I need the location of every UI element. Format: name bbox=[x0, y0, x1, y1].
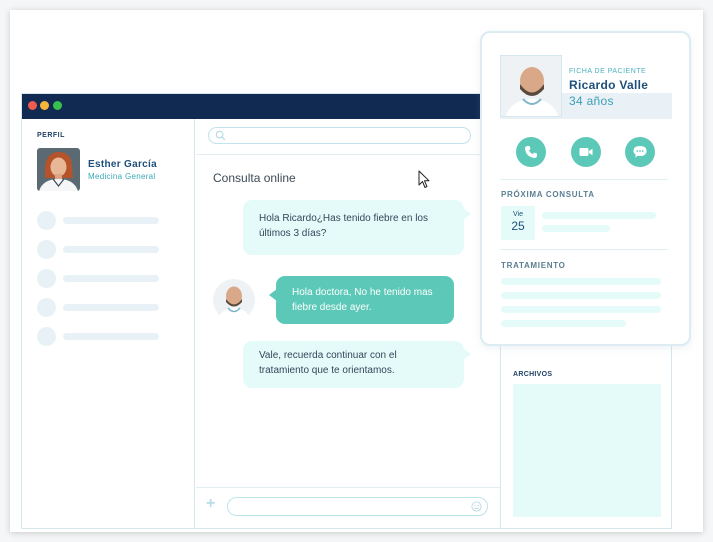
message-input[interactable] bbox=[227, 497, 488, 516]
treatment-line-placeholder bbox=[501, 278, 661, 285]
video-icon bbox=[579, 148, 593, 156]
divider bbox=[196, 487, 500, 488]
list-item-avatar-placeholder bbox=[37, 269, 56, 288]
patient-card: FICHA DE PACIENTE Ricardo Valle 34 años … bbox=[480, 31, 691, 346]
list-item-avatar-placeholder bbox=[37, 327, 56, 346]
call-button[interactable] bbox=[516, 137, 546, 167]
appointment-detail-placeholder bbox=[542, 212, 656, 219]
files-section-label: ARCHIVOS bbox=[513, 371, 553, 378]
list-item-text-placeholder bbox=[63, 217, 159, 224]
bubble-tail bbox=[463, 348, 471, 360]
list-item-avatar-placeholder bbox=[37, 298, 56, 317]
patient-age: 34 años bbox=[569, 94, 614, 108]
mouse-cursor-icon bbox=[418, 170, 430, 188]
emoji-icon[interactable] bbox=[471, 501, 482, 512]
chat-icon bbox=[633, 146, 647, 158]
video-call-button[interactable] bbox=[571, 137, 601, 167]
divider bbox=[500, 249, 668, 250]
add-attachment-icon[interactable]: + bbox=[206, 496, 215, 512]
message-bubble-doctor: Hola Ricardo¿Has tenido fiebre en los úl… bbox=[243, 200, 464, 255]
search-input[interactable] bbox=[208, 127, 471, 144]
bubble-tail bbox=[463, 208, 471, 220]
doctor-avatar bbox=[37, 148, 80, 191]
list-item-text-placeholder bbox=[63, 246, 159, 253]
treatment-line-placeholder bbox=[501, 320, 626, 327]
message-bubble-doctor: Vale, recuerda continuar con el tratamie… bbox=[243, 341, 464, 388]
divider bbox=[500, 179, 668, 180]
list-item-placeholder bbox=[37, 211, 182, 230]
list-item-placeholder bbox=[37, 298, 182, 317]
appointment-detail-placeholder bbox=[542, 225, 610, 232]
divider bbox=[196, 154, 500, 155]
doctor-name: Esther García bbox=[88, 159, 157, 170]
sidebar: PERFIL Esther García Medicina General bbox=[22, 119, 195, 528]
list-item-text-placeholder bbox=[63, 333, 159, 340]
list-item-placeholder bbox=[37, 240, 182, 259]
list-item-avatar-placeholder bbox=[37, 240, 56, 259]
message-text: Hola doctora, No he tenido mas fiebre de… bbox=[292, 287, 433, 313]
appointment-date[interactable]: Vie 25 bbox=[501, 206, 535, 240]
treatment-line-placeholder bbox=[501, 306, 661, 313]
treatment-label: TRATAMIENTO bbox=[501, 261, 566, 270]
phone-icon bbox=[525, 146, 537, 158]
close-window-button[interactable] bbox=[28, 101, 37, 110]
message-text: Vale, recuerda continuar con el tratamie… bbox=[259, 350, 397, 376]
profile-section-label: PERFIL bbox=[37, 132, 65, 139]
bubble-tail bbox=[269, 289, 277, 301]
message-bubble-patient: Hola doctora, No he tenido mas fiebre de… bbox=[276, 276, 454, 324]
search-icon bbox=[215, 130, 226, 141]
chat-panel: Consulta online Hola Ricardo¿Has tenido … bbox=[196, 119, 500, 528]
chat-title: Consulta online bbox=[213, 171, 296, 185]
patient-name: Ricardo Valle bbox=[569, 78, 649, 92]
treatment-line-placeholder bbox=[501, 292, 661, 299]
appointment-day-number: 25 bbox=[511, 219, 525, 233]
chat-button[interactable] bbox=[625, 137, 655, 167]
patient-chat-avatar bbox=[213, 279, 255, 321]
list-item-placeholder bbox=[37, 269, 182, 288]
maximize-window-button[interactable] bbox=[53, 101, 62, 110]
doctor-specialty: Medicina General bbox=[88, 172, 156, 181]
next-appointment-label: PRÓXIMA CONSULTA bbox=[501, 190, 595, 199]
appointment-weekday: Vie bbox=[513, 211, 523, 218]
list-item-avatar-placeholder bbox=[37, 211, 56, 230]
minimize-window-button[interactable] bbox=[40, 101, 49, 110]
list-item-text-placeholder bbox=[63, 275, 159, 282]
list-item-text-placeholder bbox=[63, 304, 159, 311]
list-item-placeholder bbox=[37, 327, 182, 346]
files-area[interactable] bbox=[513, 384, 661, 517]
patient-card-label: FICHA DE PACIENTE bbox=[569, 68, 647, 75]
message-text: Hola Ricardo¿Has tenido fiebre en los úl… bbox=[259, 213, 428, 239]
patient-photo bbox=[500, 55, 562, 117]
